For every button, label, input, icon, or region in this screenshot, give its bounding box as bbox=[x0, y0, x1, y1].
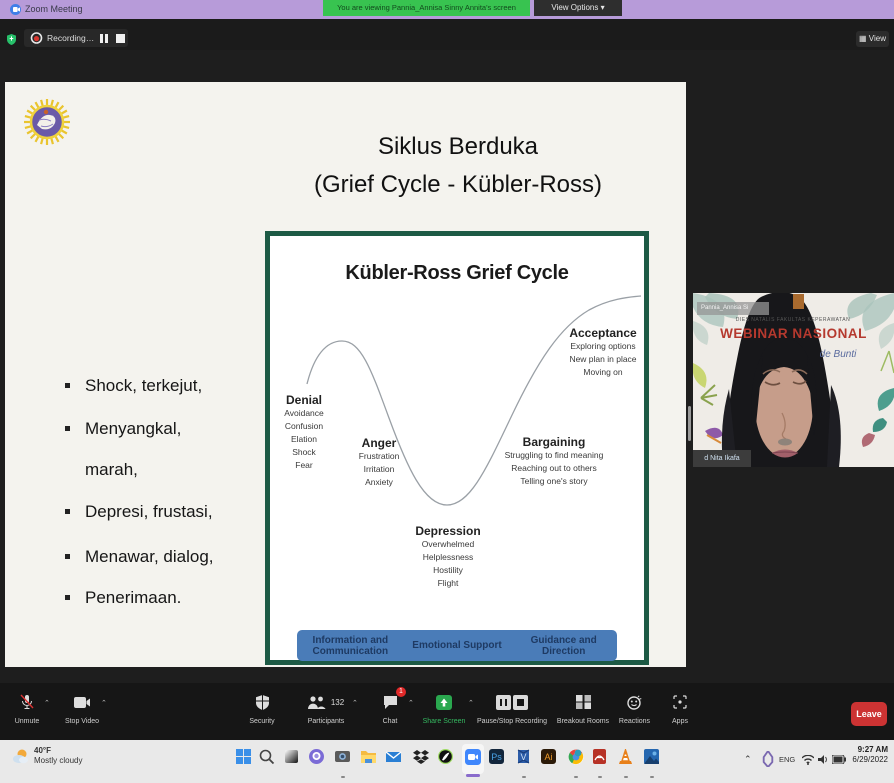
svg-text:V: V bbox=[520, 752, 526, 762]
svg-text:Ai: Ai bbox=[544, 752, 552, 762]
svg-text:Ps: Ps bbox=[491, 752, 502, 762]
